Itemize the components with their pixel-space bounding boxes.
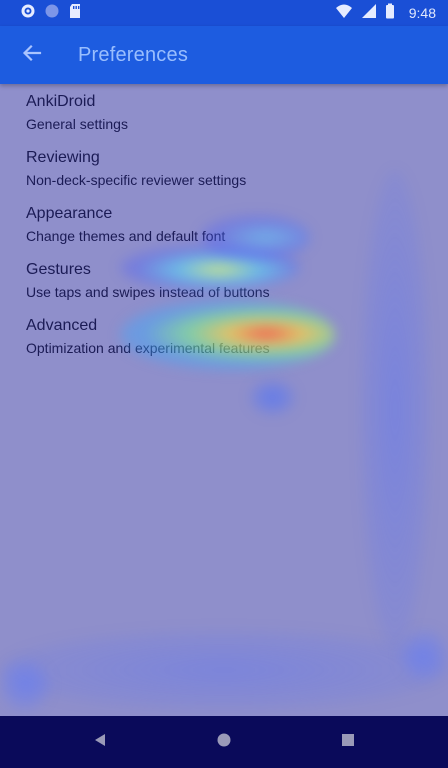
pref-item-reviewing[interactable]: Reviewing Non-deck-specific reviewer set…	[0, 140, 448, 196]
preferences-list: AnkiDroid General settings Reviewing Non…	[0, 84, 448, 364]
heatmap-blob	[0, 630, 448, 710]
battery-icon	[385, 3, 395, 23]
recents-square-icon	[340, 732, 356, 752]
pref-item-advanced[interactable]: Advanced Optimization and experimental f…	[0, 308, 448, 364]
arrow-back-icon	[22, 43, 42, 67]
heatmap-blob	[250, 380, 295, 415]
home-circle-icon	[216, 732, 232, 752]
pref-item-summary: General settings	[26, 116, 128, 132]
heatmap-blob	[400, 630, 448, 680]
pref-item-title: Gestures	[26, 261, 91, 278]
nav-back-button[interactable]	[38, 716, 162, 768]
settings-icon	[20, 3, 36, 23]
navigation-bar	[0, 716, 448, 768]
status-left-icons	[20, 3, 82, 23]
status-right-icons: 9:48	[335, 3, 436, 23]
pref-item-ankidroid[interactable]: AnkiDroid General settings	[0, 84, 448, 140]
back-button[interactable]	[12, 35, 52, 75]
pref-item-gestures[interactable]: Gestures Use taps and swipes instead of …	[0, 252, 448, 308]
pref-item-summary: Non-deck-specific reviewer settings	[26, 172, 247, 188]
wifi-icon	[335, 3, 353, 23]
sync-circle-icon	[44, 3, 60, 23]
page-title: Preferences	[78, 43, 189, 66]
pref-item-summary: Change themes and default font	[26, 228, 226, 244]
pref-item-summary: Optimization and experimental features	[26, 340, 270, 356]
pref-item-title: Advanced	[26, 317, 98, 334]
status-time: 9:48	[408, 5, 436, 21]
back-triangle-icon	[92, 732, 108, 752]
pref-item-summary: Use taps and swipes instead of buttons	[26, 284, 270, 300]
pref-item-title: Appearance	[26, 205, 113, 222]
signal-icon	[361, 3, 377, 23]
nav-home-button[interactable]	[162, 716, 286, 768]
nav-recents-button[interactable]	[286, 716, 410, 768]
app-bar: Preferences	[0, 26, 448, 84]
pref-item-title: AnkiDroid	[26, 93, 96, 110]
sd-card-icon	[68, 3, 82, 23]
pref-item-title: Reviewing	[26, 149, 100, 166]
heatmap-blob	[0, 660, 50, 710]
status-bar: 9:48	[0, 0, 448, 26]
pref-item-appearance[interactable]: Appearance Change themes and default fon…	[0, 196, 448, 252]
